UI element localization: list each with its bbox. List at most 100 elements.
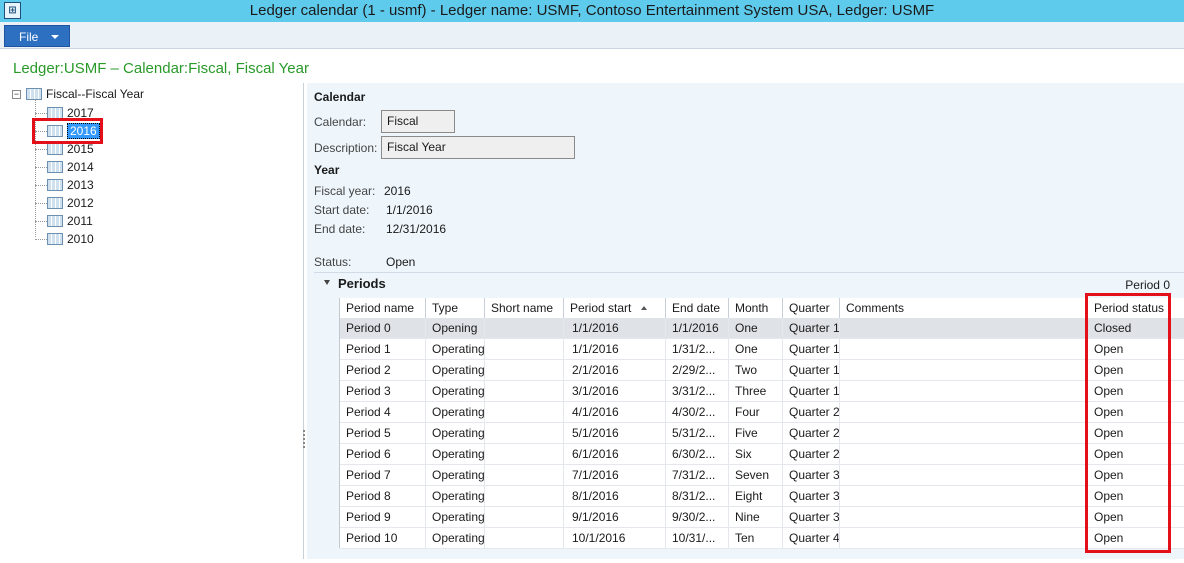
tree-node-year[interactable]: 2010 (47, 231, 94, 247)
cell-period-name: Period 2 (340, 360, 426, 381)
column-header-label: Month (735, 301, 769, 315)
cell-period-start: 9/1/2016 (564, 507, 666, 528)
collapse-triangle-icon (324, 280, 330, 285)
cell-type: Operating (426, 423, 485, 444)
start-date-value: 1/1/2016 (386, 203, 433, 217)
table-row[interactable]: Period 9 Operating 9/1/2016 9/30/2... Nine Qu… (340, 507, 1184, 528)
cell-quarter: Quarter 3 (783, 486, 840, 507)
window-title: Ledger calendar (1 - usmf) - Ledger name… (249, 2, 935, 19)
column-header-period-name[interactable]: Period name (340, 298, 426, 319)
tree-guide-line (35, 149, 47, 150)
table-row[interactable]: Period 4 Operating 4/1/2016 4/30/2... Four Qu… (340, 402, 1184, 423)
cell-end-date: 1/1/2016 (666, 318, 729, 339)
tree-node-year[interactable]: 2014 (47, 159, 94, 175)
column-header-period-start[interactable]: Period start (564, 298, 666, 319)
form-caption: Ledger:USMF – Calendar:Fiscal, Fiscal Ye… (13, 60, 309, 77)
tree-node-year[interactable]: 2012 (47, 195, 94, 211)
calendar-icon (47, 143, 63, 155)
cell-comments (840, 318, 1088, 339)
cell-type: Operating (426, 360, 485, 381)
table-row[interactable]: Period 0 Opening 1/1/2016 1/1/2016 One Quarte… (340, 318, 1184, 339)
table-row[interactable]: Period 10 Operating 10/1/2016 10/31/... Ten Q… (340, 528, 1184, 549)
status-label: Status: (314, 255, 352, 269)
cell-period-start: 1/1/2016 (564, 318, 666, 339)
column-header-type[interactable]: Type (426, 298, 485, 319)
cell-period-name: Period 6 (340, 444, 426, 465)
cell-end-date: 8/31/2... (666, 486, 729, 507)
cell-comments (840, 402, 1088, 423)
tree-guide-line (35, 203, 47, 204)
table-row[interactable]: Period 5 Operating 5/1/2016 5/31/2... Five Qu… (340, 423, 1184, 444)
calendar-field[interactable]: Fiscal (381, 110, 455, 133)
column-header-label: Type (432, 301, 459, 315)
calendar-icon (26, 88, 42, 100)
status-value: Open (386, 255, 416, 269)
column-header-month[interactable]: Month (729, 298, 783, 319)
pane-splitter[interactable] (303, 430, 306, 448)
cell-comments (840, 381, 1088, 402)
cell-comments (840, 528, 1088, 549)
year-heading: Year (314, 163, 340, 177)
cell-period-name: Period 5 (340, 423, 426, 444)
periods-fasttab[interactable]: Periods Period 0 (314, 272, 1184, 292)
cell-month: Six (729, 444, 783, 465)
cell-type: Opening (426, 318, 485, 339)
calendar-icon (47, 179, 63, 191)
cell-quarter: Quarter 4 (783, 528, 840, 549)
cell-period-start: 2/1/2016 (564, 360, 666, 381)
cell-quarter: Quarter 1 (783, 381, 840, 402)
column-header-label: End date (672, 301, 721, 315)
column-header-quarter[interactable]: Quarter (783, 298, 840, 319)
table-row[interactable]: Period 7 Operating 7/1/2016 7/31/2... Seven Q… (340, 465, 1184, 486)
cell-month: Seven (729, 465, 783, 486)
cell-period-start: 4/1/2016 (564, 402, 666, 423)
cell-comments (840, 465, 1088, 486)
cell-type: Operating (426, 381, 485, 402)
highlight-box-status (1085, 293, 1171, 553)
cell-month: One (729, 339, 783, 360)
column-header-short-name[interactable]: Short name (485, 298, 564, 319)
periods-heading: Periods (338, 276, 386, 291)
table-row[interactable]: Period 2 Operating 2/1/2016 2/29/2... Two Qua… (340, 360, 1184, 381)
cell-type: Operating (426, 402, 485, 423)
cell-quarter: Quarter 1 (783, 339, 840, 360)
cell-quarter: Quarter 1 (783, 318, 840, 339)
table-row[interactable]: Period 1 Operating 1/1/2016 1/31/2... One Qua… (340, 339, 1184, 360)
calendar-icon (47, 161, 63, 173)
cell-month: Four (729, 402, 783, 423)
tree-node-root[interactable]: Fiscal--Fiscal Year (26, 86, 144, 102)
tree-node-year[interactable]: 2011 (47, 213, 93, 229)
cell-quarter: Quarter 1 (783, 360, 840, 381)
file-menu-button[interactable]: File (4, 25, 70, 47)
collapse-icon[interactable]: − (12, 90, 21, 99)
cell-end-date: 6/30/2... (666, 444, 729, 465)
calendar-tree: − Fiscal--Fiscal Year 2017 2016 2015 2014 20… (4, 83, 304, 559)
cell-period-name: Period 7 (340, 465, 426, 486)
description-label: Description: (314, 141, 378, 155)
cell-short-name (485, 402, 564, 423)
sort-ascending-icon[interactable] (641, 306, 648, 310)
periods-grid: Period name Type Short name Period start End… (339, 298, 1184, 549)
cell-short-name (485, 339, 564, 360)
table-row[interactable]: Period 8 Operating 8/1/2016 8/31/2... Eight Q… (340, 486, 1184, 507)
tree-guide-line (35, 185, 47, 186)
cell-type: Operating (426, 528, 485, 549)
tree-year-label: 2014 (67, 160, 94, 174)
tree-guide-line (35, 167, 47, 168)
chevron-down-icon (51, 35, 59, 39)
description-field[interactable]: Fiscal Year (381, 136, 575, 159)
cell-type: Operating (426, 486, 485, 507)
cell-period-start: 1/1/2016 (564, 339, 666, 360)
column-header-end-date[interactable]: End date (666, 298, 729, 319)
table-row[interactable]: Period 3 Operating 3/1/2016 3/31/2... Three Q… (340, 381, 1184, 402)
column-header-label: Period name (346, 301, 415, 315)
tree-node-year[interactable]: 2013 (47, 177, 94, 193)
tree-guide-line (35, 239, 47, 240)
grid-header-row: Period name Type Short name Period start End… (340, 298, 1184, 319)
cell-quarter: Quarter 3 (783, 465, 840, 486)
tree-year-label: 2011 (67, 214, 93, 228)
table-row[interactable]: Period 6 Operating 6/1/2016 6/30/2... Six Qua… (340, 444, 1184, 465)
column-header-comments[interactable]: Comments (840, 298, 1088, 319)
menu-bar: File (0, 22, 1184, 49)
cell-short-name (485, 381, 564, 402)
